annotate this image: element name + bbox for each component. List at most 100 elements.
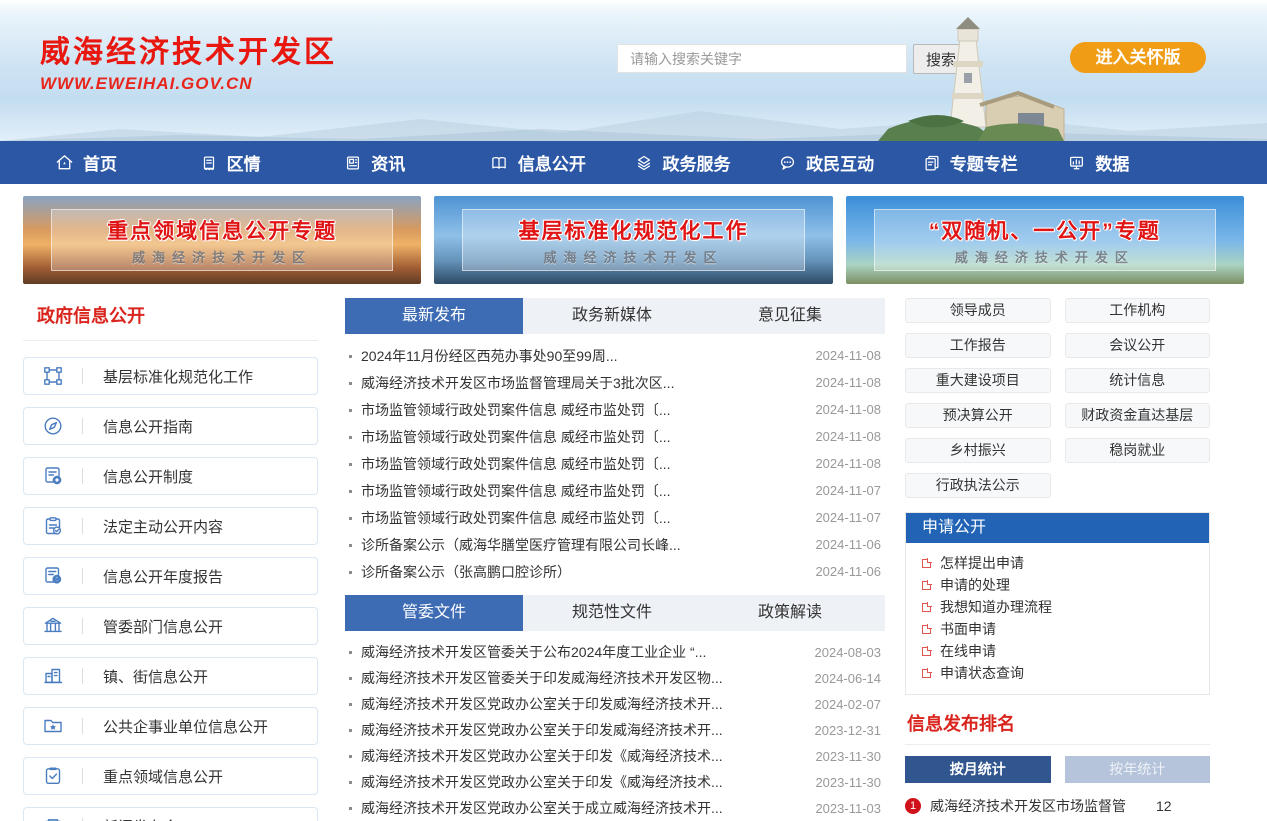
news-date: 2024-11-07 — [815, 483, 881, 498]
banner-title: 重点领域信息公开专题 — [107, 215, 337, 245]
apply-item[interactable]: 怎样提出申请 — [922, 552, 1193, 574]
news-date: 2024-11-07 — [815, 510, 881, 525]
doc-row[interactable]: 威海经济技术开发区党政办公室关于印发《威海经济技术... 2023-11-30 — [345, 769, 885, 795]
clipboard-tick-icon — [24, 765, 82, 787]
ranking-row[interactable]: 2 威海经济技术开发区科技创新局 3 — [905, 817, 1210, 821]
sidebar-card-list: 基层标准化规范化工作 信息公开指南 信息公开制度 法定主动 — [23, 357, 318, 821]
banner-key-areas[interactable]: 重点领域信息公开专题 威海经济技术开发区 — [23, 196, 421, 284]
quick-link-button[interactable]: 领导成员 — [905, 298, 1051, 323]
search-input[interactable] — [617, 44, 907, 73]
sidebar-card[interactable]: 信息公开年度报告 — [23, 557, 318, 595]
apply-item[interactable]: 申请的处理 — [922, 574, 1193, 596]
nav-item[interactable]: 专题专栏 — [923, 150, 1068, 175]
quick-link-label: 财政资金直达基层 — [1081, 407, 1193, 423]
tab[interactable]: 规范性文件 — [523, 595, 701, 631]
sidebar-card[interactable]: 公共企事业单位信息公开 — [23, 707, 318, 745]
banner-title: 基层标准化规范化工作 — [518, 215, 748, 245]
quick-link-label: 行政执法公示 — [936, 477, 1020, 493]
quick-link-button[interactable]: 统计信息 — [1065, 368, 1211, 393]
quick-link-button[interactable]: 乡村振兴 — [905, 438, 1051, 463]
doc-row[interactable]: 威海经济技术开发区党政办公室关于印发威海经济技术开... 2023-12-31 — [345, 717, 885, 743]
sidebar-card[interactable]: 信息公开指南 — [23, 407, 318, 445]
tab[interactable]: 最新发布 — [345, 298, 523, 334]
news-row[interactable]: 诊所备案公示（威海华膳堂医疗管理有限公司长峰... 2024-11-06 — [345, 531, 885, 558]
news-row[interactable]: 市场监管领域行政处罚案件信息 威经市监处罚〔... 2024-11-08 — [345, 423, 885, 450]
tab[interactable]: 管委文件 — [345, 595, 523, 631]
doc-row[interactable]: 威海经济技术开发区党政办公室关于印发威海经济技术开... 2024-02-07 — [345, 691, 885, 717]
ranking-tab[interactable]: 按月统计 — [905, 756, 1051, 783]
nav-item-label: 数据 — [1095, 150, 1129, 175]
quick-link-button[interactable]: 工作机构 — [1065, 298, 1211, 323]
news-date: 2024-11-06 — [815, 564, 881, 579]
nav-item[interactable]: 区情 — [200, 150, 345, 175]
sidebar-card-label: 法定主动公开内容 — [103, 516, 223, 537]
nav-item[interactable]: 首页 — [55, 150, 200, 175]
news-row[interactable]: 2024年11月份经区西苑办事处90至99周... 2024-11-08 — [345, 342, 885, 369]
quick-link-button[interactable]: 重大建设项目 — [905, 368, 1051, 393]
quick-link-button[interactable]: 会议公开 — [1065, 333, 1211, 358]
apply-item[interactable]: 申请状态查询 — [922, 662, 1193, 684]
sidebar-card[interactable]: 法定主动公开内容 — [23, 507, 318, 545]
nav-item[interactable]: 政务服务 — [634, 150, 779, 175]
sidebar-card[interactable]: 管委部门信息公开 — [23, 607, 318, 645]
banner-standardization[interactable]: 基层标准化规范化工作 威海经济技术开发区 — [434, 196, 832, 284]
quick-link-button[interactable]: 财政资金直达基层 — [1065, 403, 1211, 428]
doc-date: 2024-06-14 — [815, 671, 882, 686]
quick-link-button[interactable]: 预决算公开 — [905, 403, 1051, 428]
quick-link-label: 领导成员 — [950, 302, 1006, 318]
nav-item[interactable]: 数据 — [1067, 150, 1212, 175]
quick-link-label: 工作报告 — [950, 337, 1006, 353]
doc-row[interactable]: 威海经济技术开发区党政办公室关于成立威海经济技术开... 2023-11-03 — [345, 795, 885, 821]
doc-row[interactable]: 威海经济技术开发区管委关于印发威海经济技术开发区物... 2024-06-14 — [345, 665, 885, 691]
tab[interactable]: 政务新媒体 — [523, 298, 701, 334]
ranking-row[interactable]: 1 威海经济技术开发区市场监督管 12 — [905, 794, 1210, 817]
site-logo[interactable]: 威海经济技术开发区 WWW.EWEIHAI.GOV.CN — [40, 27, 337, 94]
tab-label: 政策解读 — [758, 604, 822, 621]
sidebar-card-label: 重点领域信息公开 — [103, 766, 223, 787]
news-row[interactable]: 市场监管领域行政处罚案件信息 威经市监处罚〔... 2024-11-07 — [345, 504, 885, 531]
quick-link-button[interactable]: 行政执法公示 — [905, 473, 1051, 498]
compass-icon — [24, 415, 82, 437]
ranking-tab[interactable]: 按年统计 — [1065, 756, 1211, 783]
nav-item[interactable]: 资讯 — [344, 150, 489, 175]
tab[interactable]: 政策解读 — [701, 595, 879, 631]
topics-pages-icon — [923, 154, 941, 172]
apply-item[interactable]: 书面申请 — [922, 618, 1193, 640]
quick-link-button[interactable]: 稳岗就业 — [1065, 438, 1211, 463]
news-row[interactable]: 诊所备案公示（张高鹏口腔诊所） 2024-11-06 — [345, 558, 885, 585]
document-gear-icon — [24, 465, 82, 487]
banner-double-random[interactable]: “双随机、一公开”专题 威海经济技术开发区 — [846, 196, 1244, 284]
sidebar-card[interactable]: 重点领域信息公开 — [23, 757, 318, 795]
care-mode-button[interactable]: 进入关怀版 — [1070, 42, 1206, 73]
tab[interactable]: 意见征集 — [701, 298, 879, 334]
doc-row[interactable]: 威海经济技术开发区管委关于公布2024年度工业企业 “... 2024-08-0… — [345, 639, 885, 665]
apply-item[interactable]: 我想知道办理流程 — [922, 596, 1193, 618]
doc-row[interactable]: 威海经济技术开发区党政办公室关于印发《威海经济技术... 2023-11-30 — [345, 743, 885, 769]
apply-item-label: 怎样提出申请 — [940, 553, 1024, 573]
news-title: 市场监管领域行政处罚案件信息 威经市监处罚〔... — [345, 454, 671, 474]
sidebar-card-label: 镇、街信息公开 — [103, 666, 208, 687]
site-title: 威海经济技术开发区 — [40, 27, 337, 71]
news-row[interactable]: 市场监管领域行政处罚案件信息 威经市监处罚〔... 2024-11-08 — [345, 396, 885, 423]
apply-item[interactable]: 在线申请 — [922, 640, 1193, 662]
news-date: 2024-11-08 — [815, 348, 881, 363]
news-date: 2024-11-08 — [815, 375, 881, 390]
sidebar-card[interactable]: 镇、街信息公开 — [23, 657, 318, 695]
sidebar-card[interactable]: 信息公开制度 — [23, 457, 318, 495]
quick-link-label: 工作机构 — [1109, 302, 1165, 318]
sidebar-card[interactable]: 新闻发布会 — [23, 807, 318, 821]
doc-date: 2024-08-03 — [815, 645, 882, 660]
chat-icon — [778, 154, 797, 172]
quick-link-button[interactable]: 工作报告 — [905, 333, 1051, 358]
docs-tab-bar: 管委文件 规范性文件 政策解读 — [345, 595, 885, 631]
news-row[interactable]: 威海经济技术开发区市场监督管理局关于3批次区... 2024-11-08 — [345, 369, 885, 396]
main-navigation: 首页 区情 资讯 信息公开 政务服务 政民互动 专题专栏 — [0, 141, 1267, 184]
nav-item[interactable]: 政民互动 — [778, 150, 923, 175]
apply-item-label: 申请的处理 — [940, 575, 1010, 595]
news-row[interactable]: 市场监管领域行政处罚案件信息 威经市监处罚〔... 2024-11-07 — [345, 477, 885, 504]
news-row[interactable]: 市场监管领域行政处罚案件信息 威经市监处罚〔... 2024-11-08 — [345, 450, 885, 477]
sidebar-card[interactable]: 基层标准化规范化工作 — [23, 357, 318, 395]
sidebar-card-label: 公共企事业单位信息公开 — [103, 716, 268, 737]
nav-item[interactable]: 信息公开 — [489, 150, 634, 175]
news-title: 2024年11月份经区西苑办事处90至99周... — [345, 346, 618, 366]
